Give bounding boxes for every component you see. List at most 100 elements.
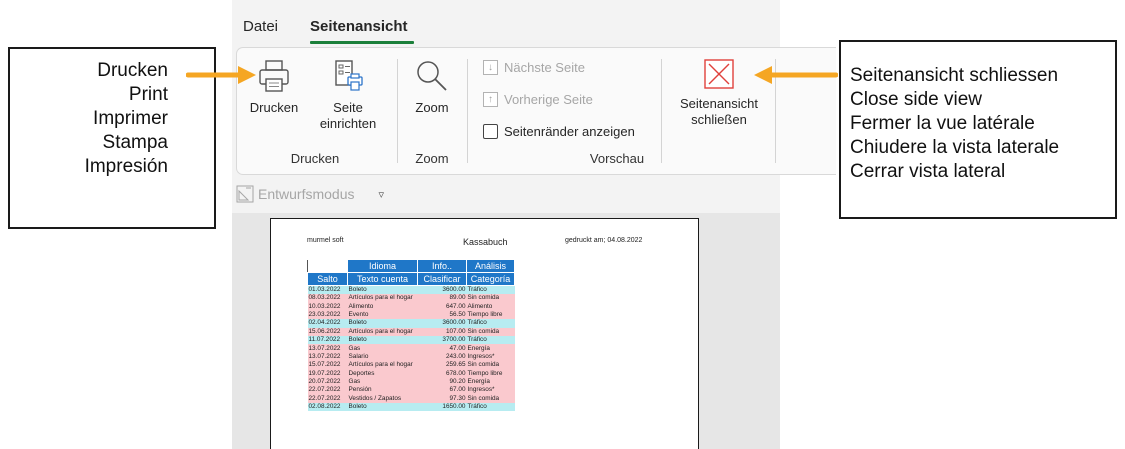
table-cell-text: Gas: [347, 344, 418, 353]
page-setup-button[interactable]: Seite einrichten: [311, 58, 385, 132]
table-row: 11.07.2022 Boleto 3700.00 Tráfico: [307, 335, 515, 345]
table-cell-date: 08.03.2022: [307, 294, 348, 303]
table-cell-text: Alimento: [347, 302, 418, 311]
table-cell-text: Boleto: [347, 403, 418, 412]
table-row: 08.03.2022 Artículos para el hogar 89.00 Si…: [307, 294, 515, 303]
tab-page-view[interactable]: Seitenansicht: [310, 18, 408, 35]
table-cell-date: 02.08.2022: [307, 403, 348, 412]
active-tab-indicator: [310, 41, 414, 44]
previous-page-button[interactable]: ↑ Vorherige Seite: [483, 92, 593, 107]
table-cell-text: Salario: [347, 352, 418, 362]
group-separator: [661, 59, 662, 163]
close-preview-label-1: Seitenansicht: [679, 96, 759, 111]
table-cell-amount: 90.20: [417, 377, 467, 387]
table-cell-category: Tráfico: [466, 403, 515, 412]
table-cell-text: Evento: [347, 310, 418, 320]
next-page-label: Nächste Seite: [504, 60, 585, 75]
table-cell-amount: 47.00: [417, 344, 467, 353]
print-group-label: Drucken: [290, 151, 340, 166]
page-setup-icon: [335, 60, 363, 91]
close-icon: [704, 59, 734, 89]
table-row: 19.07.2022 Deportes 678.00 Tiempo libre: [307, 369, 515, 378]
show-margins-label: Seitenränder anzeigen: [504, 124, 635, 139]
table-cell-category: Ingresos*: [466, 352, 515, 362]
page-setup-label-2: einrichten: [319, 116, 377, 131]
arrow-left-icon: [754, 66, 838, 84]
table-cell-category: Tráfico: [466, 285, 515, 294]
table-cell-text: Deportes: [347, 369, 418, 378]
table-row: 02.08.2022 Boleto 1650.00 Tráfico: [307, 403, 515, 412]
ribbon-panel: Drucken Seite einrichten Drucken Zoom Zo…: [236, 47, 836, 175]
next-page-button[interactable]: ↓ Nächste Seite: [483, 60, 585, 75]
table-cell-date: 22.07.2022: [307, 394, 348, 404]
table-cell-date: 02.04.2022: [307, 319, 348, 328]
table-cell-category: Energía: [466, 377, 515, 387]
table-cell-amount: 89.00: [417, 294, 467, 303]
table-cell-amount: 67.00: [417, 386, 467, 395]
callout-line: Fermer la vue latérale: [850, 113, 1035, 134]
table-cell-date: 19.07.2022: [307, 369, 348, 378]
table-cell-text: Artículos para el hogar: [347, 294, 418, 303]
table-cell-category: Energía: [466, 344, 515, 353]
callout-line: Drucken: [97, 60, 168, 81]
design-mode-button[interactable]: Entwurfsmodus ▿: [236, 183, 384, 205]
table-cell-amount: 3700.00: [417, 335, 467, 345]
ribbon: Datei Seitenansicht Drucken Seite einric…: [232, 0, 836, 213]
table-cell-category: Tiempo libre: [466, 369, 515, 378]
previous-page-label: Vorherige Seite: [504, 92, 593, 107]
table-cell-date: 15.07.2022: [307, 361, 348, 370]
tab-file[interactable]: Datei: [243, 18, 278, 35]
table-cell-category: Tráfico: [466, 319, 515, 328]
group-separator: [467, 59, 468, 163]
table-body: 01.03.2022 Boleto 3600.00 Tráfico 08.03.2022…: [307, 285, 515, 412]
table-cell-date: 10.03.2022: [307, 302, 348, 311]
table-cell-amount: 1650.00: [417, 403, 467, 412]
table-cell-text: Vestidos / Zapatos: [347, 394, 418, 404]
table-cell-category: Ingresos*: [466, 386, 515, 395]
table-cell-amount: 56.50: [417, 310, 467, 320]
column-header-cell: Texto cuenta: [347, 272, 418, 286]
table-cell-amount: 3600.00: [417, 319, 467, 328]
table-row: 01.03.2022 Boleto 3600.00 Tráfico: [307, 285, 515, 294]
arrow-down-icon: ↓: [483, 60, 498, 75]
document-title: Kassabuch: [463, 237, 508, 247]
show-margins-checkbox[interactable]: Seitenränder anzeigen: [483, 124, 635, 139]
table-cell-amount: 3600.00: [417, 285, 467, 294]
table-row: 10.03.2022 Alimento 647.00 Alimento: [307, 302, 515, 311]
customize-dropdown-icon[interactable]: ▿: [378, 188, 384, 201]
callout-line: Imprimer: [93, 108, 168, 129]
magnifier-icon: [417, 61, 447, 91]
table-cell-date: 11.07.2022: [307, 335, 348, 345]
preview-page: murmel soft Kassabuch gedruckt am; 04.08…: [270, 218, 699, 449]
print-label: Drucken: [249, 100, 299, 115]
table-cell-amount: 647.00: [417, 302, 467, 311]
table-cell-date: 13.07.2022: [307, 352, 348, 362]
print-callout: Drucken Print Imprimer Stampa Impresión: [8, 47, 216, 229]
callout-line: Stampa: [102, 132, 168, 153]
table-row: 15.07.2022 Artículos para el hogar 259.65 S…: [307, 361, 515, 370]
table-row: 23.03.2022 Evento 56.50 Tiempo libre: [307, 310, 515, 320]
table-cell-amount: 97.30: [417, 394, 467, 404]
column-header-cell: Categoría: [466, 272, 515, 286]
close-callout: Seitenansicht schliessen Close side view…: [839, 40, 1117, 219]
table-cell-category: Sin comida: [466, 327, 515, 336]
table-cell-date: 13.07.2022: [307, 344, 348, 353]
table-cell-text: Artículos para el hogar: [347, 327, 418, 336]
ruler-triangle-icon: [236, 185, 254, 203]
group-header-cell: Info..: [417, 259, 467, 273]
table-cell-amount: 107.00: [417, 327, 467, 336]
table-cell-date: 22.07.2022: [307, 386, 348, 395]
header-blank-cell: [307, 259, 348, 273]
arrow-right-icon: [186, 66, 256, 84]
table-cell-date: 23.03.2022: [307, 310, 348, 320]
table-cell-amount: 678.00: [417, 369, 467, 378]
table-cell-category: Sin comida: [466, 394, 515, 404]
zoom-button[interactable]: Zoom: [401, 58, 463, 116]
table-cell-category: Sin comida: [466, 294, 515, 303]
group-header-cell: Idioma: [347, 259, 418, 273]
table-cell-text: Boleto: [347, 285, 418, 294]
table-cell-date: 20.07.2022: [307, 377, 348, 387]
printed-date: gedruckt am; 04.08.2022: [565, 237, 643, 244]
table-cell-amount: 243.00: [417, 352, 467, 362]
table-cell-category: Sin comida: [466, 361, 515, 370]
